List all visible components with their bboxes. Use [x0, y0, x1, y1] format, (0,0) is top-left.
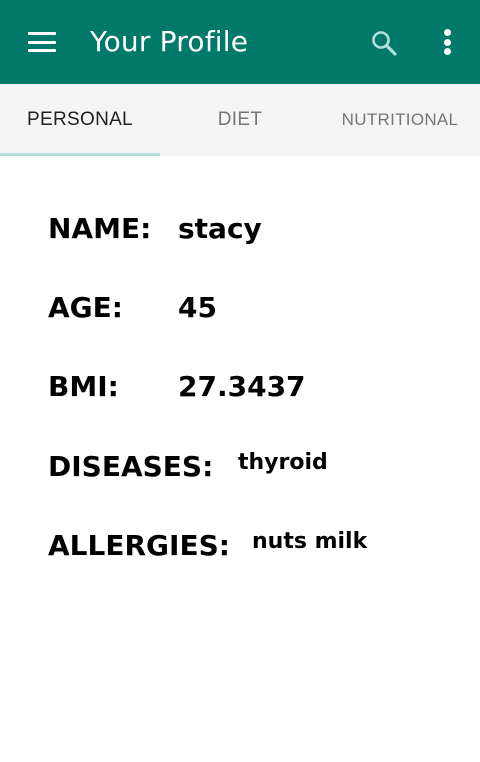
- name-value: stacy: [178, 212, 262, 245]
- bmi-label: BMI:: [48, 370, 119, 403]
- tab-diet[interactable]: DIET: [160, 84, 320, 156]
- age-label: AGE:: [48, 291, 123, 324]
- tab-bar: PERSONAL DIET NUTRITIONAL: [0, 84, 480, 156]
- page-title: Your Profile: [90, 25, 249, 58]
- age-value: 45: [178, 291, 217, 324]
- tab-personal[interactable]: PERSONAL: [0, 84, 160, 156]
- hamburger-menu-icon[interactable]: [28, 32, 56, 52]
- bmi-value: 27.3437: [178, 370, 306, 403]
- tab-nutritional[interactable]: NUTRITIONAL: [320, 84, 480, 156]
- diseases-value: thyroid: [238, 450, 328, 475]
- more-vert-icon[interactable]: [443, 29, 451, 55]
- search-icon[interactable]: [370, 29, 398, 57]
- allergies-value: nuts milk: [252, 529, 368, 554]
- diseases-label: DISEASES:: [48, 450, 214, 483]
- allergies-label: ALLERGIES:: [48, 529, 230, 562]
- name-label: NAME:: [48, 212, 152, 245]
- app-bar: Your Profile: [0, 0, 480, 84]
- profile-details: NAME: stacy AGE: 45 BMI: 27.3437 DISEASE…: [0, 156, 480, 762]
